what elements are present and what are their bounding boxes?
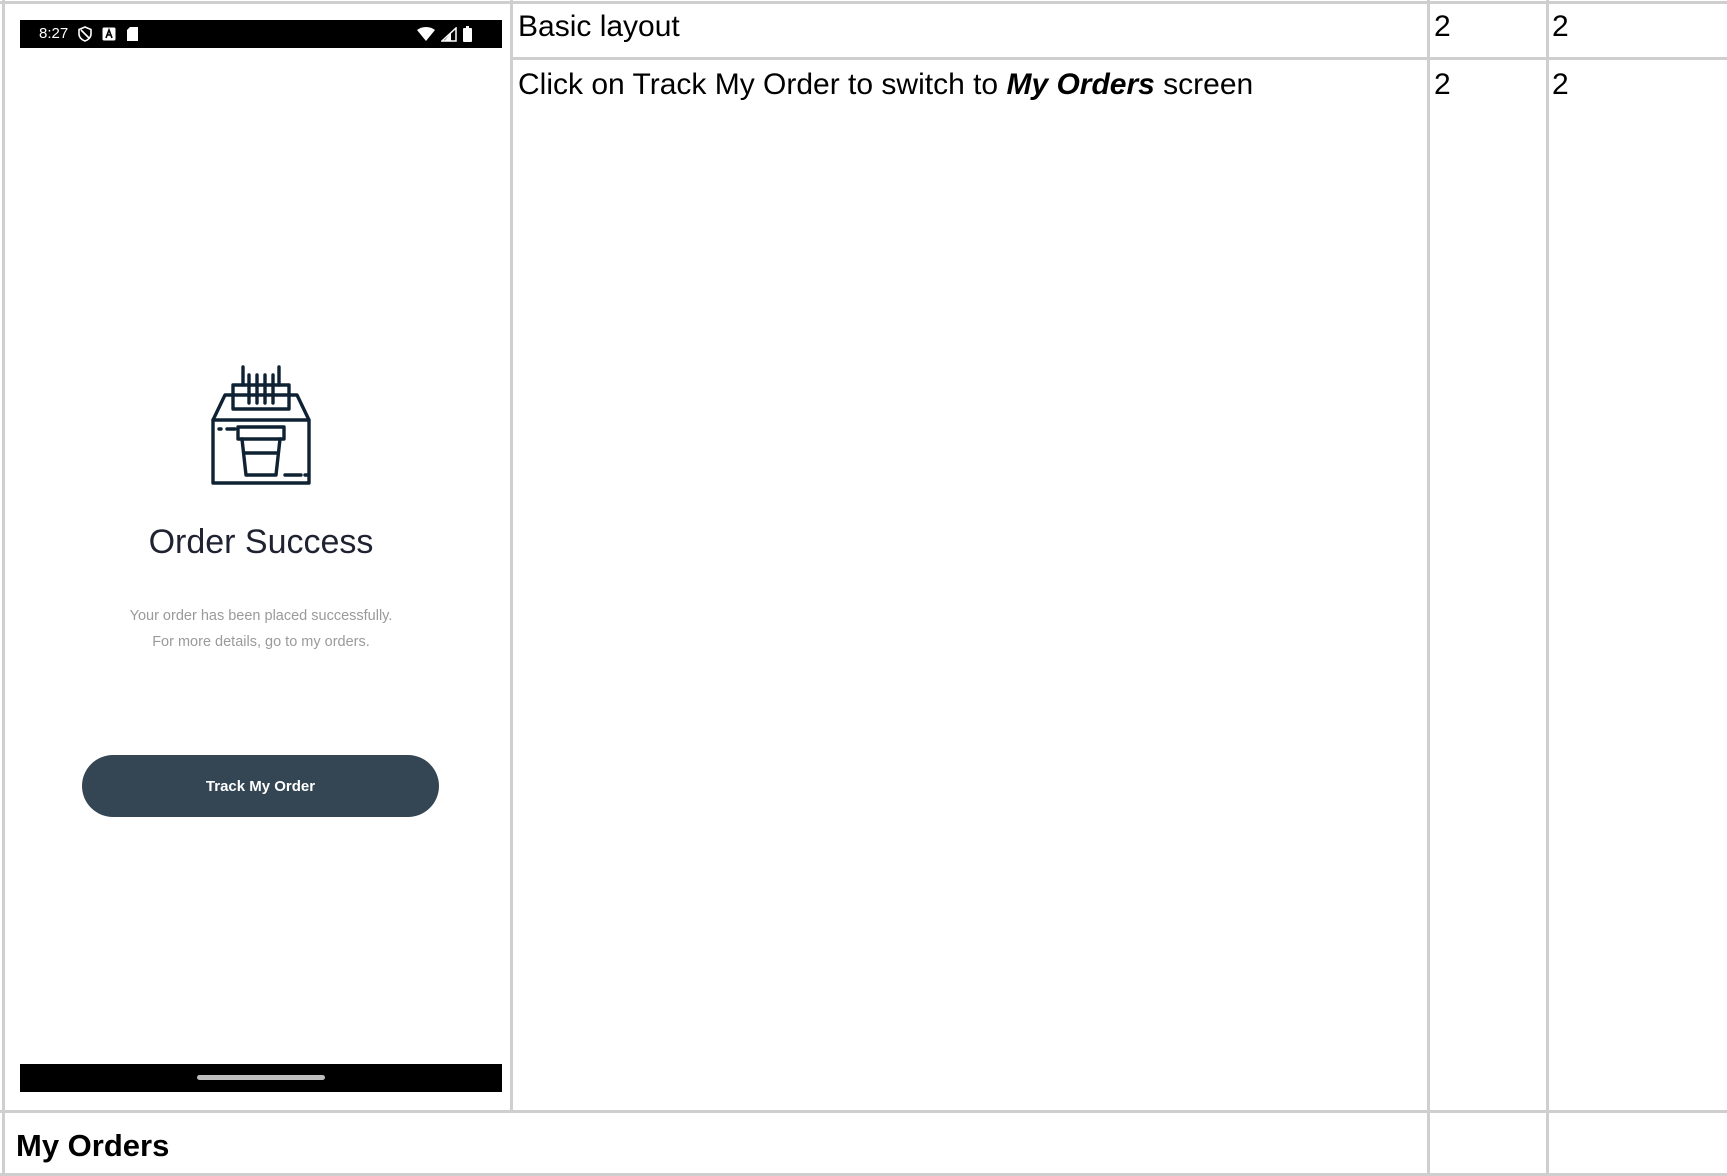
- order-box-coffee-icon: [211, 365, 311, 485]
- row-1-col3-value: 2: [1552, 10, 1569, 43]
- home-gesture-handle[interactable]: [197, 1075, 325, 1080]
- row-2-col2-value: 2: [1434, 68, 1451, 101]
- status-bar: 8:27: [20, 20, 502, 48]
- status-time: 8:27: [39, 25, 69, 42]
- subtitle-line-2: For more details, go to my orders.: [152, 634, 370, 650]
- grid-line: [2, 0, 5, 1176]
- grid-line: [510, 57, 1727, 60]
- row-2-text-after: screen: [1154, 68, 1254, 101]
- grid-line: [1546, 0, 1549, 1176]
- signal-icon: [441, 26, 457, 42]
- track-my-order-button[interactable]: Track My Order: [82, 755, 439, 817]
- grid-line: [0, 1110, 1727, 1113]
- sd-card-icon: [127, 27, 138, 41]
- status-icons-left: [78, 26, 139, 42]
- row-2-text-emphasis: My Orders: [1006, 68, 1155, 101]
- row-1-description: Basic layout: [518, 10, 680, 43]
- grid-line: [510, 0, 513, 1112]
- a-icon: [102, 27, 116, 41]
- section-title-my-orders: My Orders: [16, 1128, 170, 1163]
- subtitle-line-1: Your order has been placed successfully.: [129, 608, 393, 624]
- status-icons-right: [417, 26, 472, 42]
- order-success-title: Order Success: [148, 523, 374, 561]
- shield-icon: [78, 26, 92, 42]
- phone-screenshot: 8:27 Order Success Your order has been p…: [20, 20, 502, 1092]
- battery-icon: [463, 26, 472, 42]
- order-success-subtitle: Your order has been placed successfully.…: [20, 603, 502, 655]
- grid-line: [1427, 0, 1430, 1176]
- navigation-bar: [20, 1064, 502, 1092]
- grid-line: [0, 1, 1727, 4]
- wifi-icon: [417, 26, 435, 41]
- row-2-description: Click on Track My Order to switch to My …: [518, 68, 1253, 102]
- row-2-col3-value: 2: [1552, 68, 1569, 101]
- row-2-text-before: Click on Track My Order to switch to: [518, 68, 1007, 101]
- row-1-col2-value: 2: [1434, 10, 1451, 43]
